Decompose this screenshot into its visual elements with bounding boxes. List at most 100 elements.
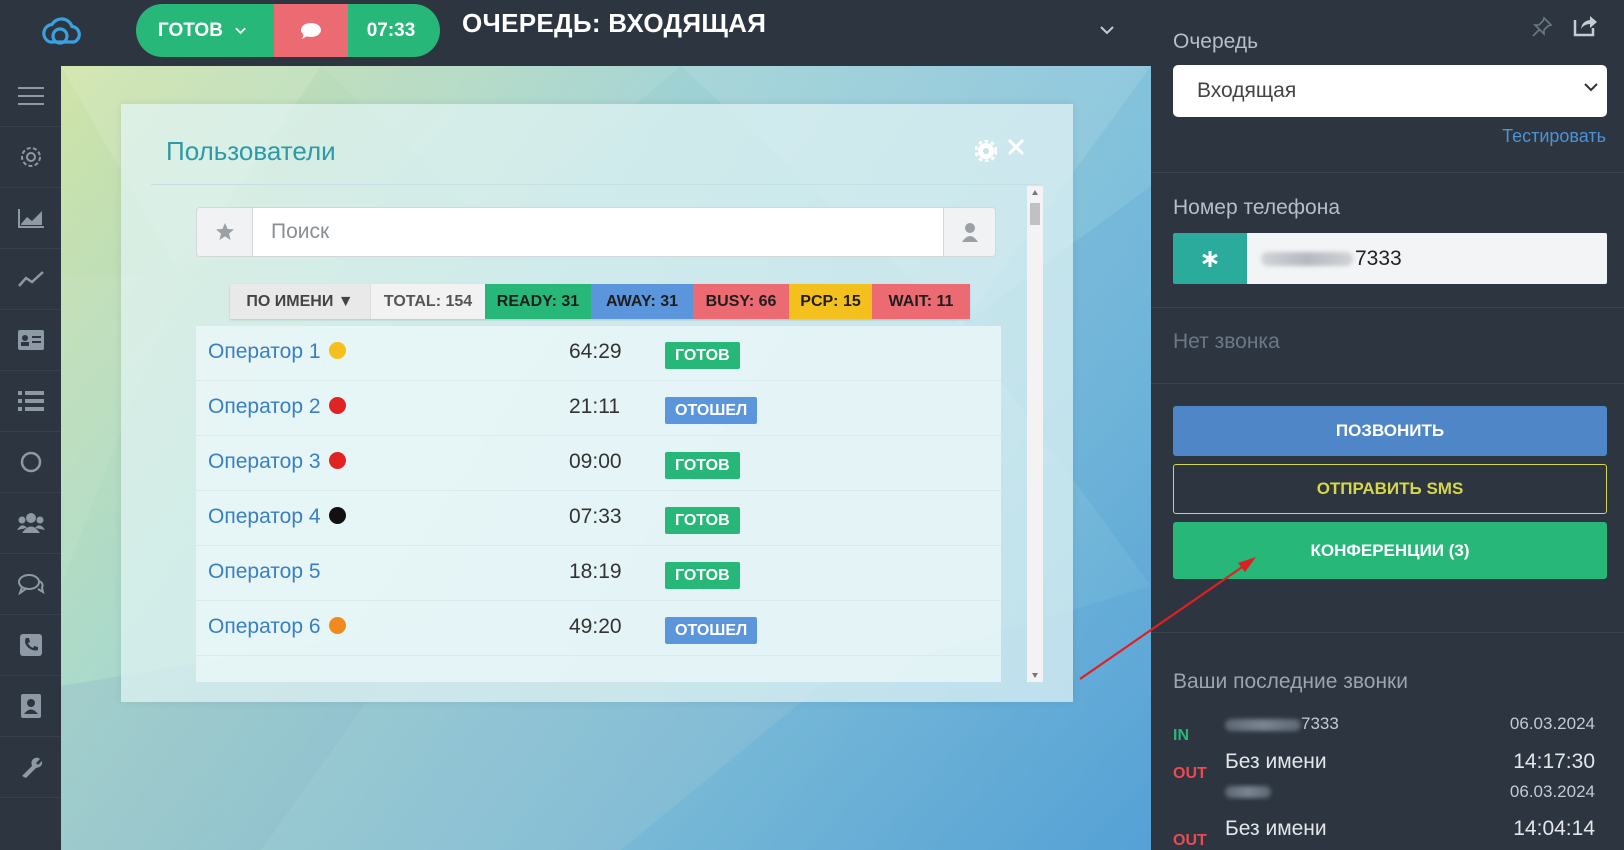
chevron-down-icon [1584,83,1598,92]
nav-circle[interactable] [0,432,61,493]
call-direction: OUT [1173,832,1207,849]
top-bar: ГОТОВ 07:33 ОЧЕРЕДЬ: ВХОДЯЩАЯ [0,0,1151,66]
nav-chat[interactable] [0,554,61,615]
nav-menu[interactable] [0,66,61,127]
operator-name[interactable]: Оператор 4 [208,505,346,529]
search-bar [196,207,996,257]
operator-row[interactable]: Оператор 3 09:00 ГОТОВ [196,436,1001,491]
users-panel: Пользователи ПО ИМЕНИ ▼ TOTAL: 154 READY… [121,104,1073,702]
operator-row[interactable]: Оператор 5 18:19 ГОТОВ [196,546,1001,601]
favorites-filter-button[interactable] [197,208,253,256]
filter-wait[interactable]: WAIT: 11 [872,284,970,319]
phone-number-suffix: 7333 [1355,246,1402,270]
chevron-down-icon[interactable] [1100,26,1114,35]
call-button[interactable]: ПОЗВОНИТЬ [1173,406,1607,456]
status-timer: 07:33 [348,4,440,57]
operator-row[interactable]: Оператор 1 64:29 ГОТОВ [196,326,1001,381]
call-direction: IN [1173,727,1189,744]
phone-input[interactable]: 7333 [1247,233,1607,284]
nav-tools[interactable] [0,737,61,798]
operator-row[interactable]: Оператор 2 21:11 ОТОШЕЛ [196,381,1001,436]
redacted-digits [1225,785,1271,798]
queue-title: ОЧЕРЕДЬ: ВХОДЯЩАЯ [462,8,767,38]
call-date: 06.03.2024 [1509,714,1595,733]
nav-contacts[interactable] [0,676,61,737]
dialpad-button[interactable] [1173,233,1247,284]
status-label: ГОТОВ [158,19,223,41]
filter-total[interactable]: TOTAL: 154 [370,284,485,319]
right-panel: Очередь Входящая Тестировать Номер телеф… [1151,0,1624,850]
status-dropdown[interactable]: ГОТОВ [136,4,274,57]
filter-pcp[interactable]: PCP: 15 [789,284,872,319]
filter-busy[interactable]: BUSY: 66 [693,284,789,319]
redacted-digits [1225,718,1301,731]
line-chart-icon [17,271,44,287]
recent-calls-title: Ваши последние звонки [1173,670,1408,693]
circle-icon [20,451,41,473]
call-status: Нет звонка [1173,330,1280,353]
operator-time: 64:29 [569,340,622,363]
queue-select[interactable]: Входящая [1173,65,1607,117]
operator-row[interactable]: Оператор 6 49:20 ОТОШЕЛ [196,601,1001,656]
operator-name[interactable]: Оператор 2 [208,395,346,419]
nav-list[interactable] [0,371,61,432]
call-number [1225,781,1271,801]
asterisk-icon [1202,250,1218,267]
operator-name[interactable]: Оператор 6 [208,615,346,639]
scroll-up-icon[interactable] [1032,190,1038,195]
users-icon [16,513,45,533]
chevron-down-icon [235,27,246,34]
close-icon[interactable] [1007,138,1025,156]
nav-settings[interactable] [0,127,61,188]
nav-id-card[interactable] [0,310,61,371]
chat-bubble-icon [301,22,321,39]
status-badge: ОТОШЕЛ [665,397,758,424]
redacted-digits [1261,251,1353,266]
test-link[interactable]: Тестировать [1502,126,1606,147]
conferences-button[interactable]: КОНФЕРЕНЦИИ (3) [1173,522,1607,579]
operator-time: 18:19 [569,560,622,583]
presence-dot [328,617,346,634]
status-group: ГОТОВ 07:33 [136,4,440,57]
presence-dot [328,342,346,359]
wrench-icon [21,757,42,778]
scrollbar[interactable] [1027,186,1043,682]
user-filter-button[interactable] [943,208,995,256]
menu-icon [17,87,44,105]
nav-phone[interactable] [0,615,61,676]
scroll-thumb[interactable] [1030,203,1040,225]
chat-button[interactable] [274,4,348,57]
filter-away[interactable]: AWAY: 31 [591,284,693,319]
share-icon[interactable] [1573,13,1599,37]
nav-area-chart[interactable] [0,188,61,249]
nav-line-chart[interactable] [0,249,61,310]
call-number: 7333 [1225,714,1339,734]
status-badge: ОТОШЕЛ [665,617,758,644]
call-name: Без имени [1225,750,1327,773]
operator-name[interactable]: Оператор 5 [208,560,321,584]
operator-row[interactable]: Оператор 4 07:33 ГОТОВ [196,491,1001,546]
left-nav [0,66,61,850]
status-badge: ГОТОВ [665,562,740,589]
send-sms-button[interactable]: ОТПРАВИТЬ SMS [1173,464,1607,514]
call-date: 06.03.2024 [1509,782,1595,801]
presence-dot [328,397,346,414]
cloud-logo-icon[interactable] [38,12,86,52]
divider [1151,307,1624,308]
operator-name[interactable]: Оператор 1 [208,340,346,364]
divider [1151,172,1624,173]
search-input[interactable] [253,208,943,256]
nav-users[interactable] [0,493,61,554]
user-icon [961,223,978,242]
star-icon [215,223,234,240]
sort-by-name-button[interactable]: ПО ИМЕНИ ▼ [230,284,370,319]
operator-time: 07:33 [569,505,622,528]
filter-ready[interactable]: READY: 31 [485,284,591,319]
status-badge: ГОТОВ [665,342,740,369]
gear-icon[interactable] [975,140,997,162]
panel-divider [151,184,1043,185]
pin-icon[interactable] [1531,16,1553,38]
operator-time: 09:00 [569,450,622,473]
scroll-down-icon[interactable] [1032,673,1038,678]
operator-name[interactable]: Оператор 3 [208,450,346,474]
